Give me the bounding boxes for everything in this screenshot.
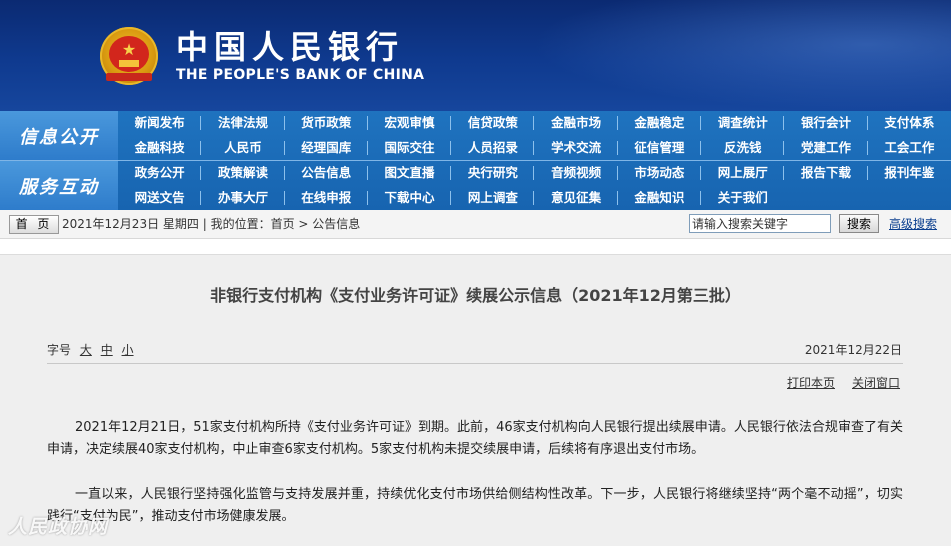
nav-item-credit-reference[interactable]: 征信管理 <box>618 136 702 160</box>
nav-item-download-center[interactable]: 下载中心 <box>368 186 452 210</box>
breadcrumb-separator: | <box>202 217 211 231</box>
national-emblem-icon[interactable]: ★ <box>100 27 158 85</box>
nav-item-service-hall[interactable]: 办事大厅 <box>201 186 285 210</box>
article-paragraph-1: 2021年12月21日，51家支付机构所持《支付业务许可证》到期。此前，46家支… <box>47 420 903 457</box>
search-button[interactable]: 搜索 <box>839 214 879 233</box>
article-title: 非银行支付机构《支付业务许可证》续展公示信息（2021年12月第三批） <box>210 286 741 305</box>
nav-item-about-us[interactable]: 关于我们 <box>701 186 784 210</box>
nav-item-academic[interactable]: 学术交流 <box>534 136 619 160</box>
nav-item-documents[interactable]: 网送文告 <box>118 186 202 210</box>
nav-item-union-work[interactable]: 工会工作 <box>868 136 951 160</box>
nav-item-financial-knowledge[interactable]: 金融知识 <box>618 186 702 210</box>
nav-item-macroprudential[interactable]: 宏观审慎 <box>368 111 452 135</box>
home-button[interactable]: 首 页 <box>9 215 59 234</box>
article-paragraph-2: 一直以来，人民银行坚持强化监管与支持发展并重，持续优化支付市场供给侧结构性改革。… <box>47 487 903 524</box>
nav-item-international[interactable]: 国际交往 <box>368 136 452 160</box>
nav-item-fintech[interactable]: 金融科技 <box>118 136 202 160</box>
breadcrumb: 2021年12月23日 星期四 | 我的位置：首页 > 公告信息 <box>62 216 360 232</box>
current-date: 2021年12月23日 星期四 <box>62 217 199 231</box>
nav-item-report-download[interactable]: 报告下载 <box>784 161 868 185</box>
breadcrumb-location[interactable]: 我的位置：首页 > 公告信息 <box>211 217 361 231</box>
font-size-label: 字号 <box>47 343 72 357</box>
font-large-button[interactable]: 大 <box>80 343 92 357</box>
nav-row-2: 金融科技 人民币 经理国库 国际交往 人员招录 学术交流 征信管理 反洗钱 党建… <box>118 136 951 160</box>
emblem-star-icon: ★ <box>121 40 137 59</box>
article-date: 2021年12月22日 <box>804 343 902 357</box>
nav-item-rmb[interactable]: 人民币 <box>201 136 285 160</box>
nav-item-online-exhibition[interactable]: 网上展厅 <box>701 161 785 185</box>
nav-section-service-interaction: 服务互动 <box>0 161 118 210</box>
nav-item-market-updates[interactable]: 市场动态 <box>618 161 702 185</box>
nav-item-opinion-collection[interactable]: 意见征集 <box>534 186 619 210</box>
nav-item-payment-system[interactable]: 支付体系 <box>868 111 951 135</box>
header-glow <box>531 0 951 111</box>
print-page-link[interactable]: 打印本页 <box>787 376 835 390</box>
emblem-gate <box>119 60 139 67</box>
nav-item-policy-interpretation[interactable]: 政策解读 <box>201 161 285 185</box>
breadcrumb-bar: 首 页 2021年12月23日 星期四 | 我的位置：首页 > 公告信息 搜索 … <box>0 210 951 239</box>
nav-item-statistics[interactable]: 调查统计 <box>701 111 785 135</box>
nav-item-bank-accounting[interactable]: 银行会计 <box>784 111 868 135</box>
nav-item-recruitment[interactable]: 人员招录 <box>451 136 535 160</box>
nav-section-info-disclosure: 信息公开 <box>0 111 118 160</box>
nav-item-government-affairs[interactable]: 政务公开 <box>118 161 202 185</box>
search-input[interactable] <box>689 214 831 233</box>
nav-item-monetary-policy[interactable]: 货币政策 <box>285 111 369 135</box>
nav-item-audio-video[interactable]: 音频视频 <box>534 161 619 185</box>
font-medium-button[interactable]: 中 <box>101 343 113 357</box>
nav-item-party-building[interactable]: 党建工作 <box>784 136 868 160</box>
font-small-button[interactable]: 小 <box>122 343 134 357</box>
main-nav: 信息公开 服务互动 新闻发布 法律法规 货币政策 宏观审慎 信贷政策 金融市场 … <box>0 111 951 210</box>
nav-item-online-survey[interactable]: 网上调查 <box>451 186 535 210</box>
watermark-logo: 人民政协网 <box>8 516 109 538</box>
nav-item-financial-stability[interactable]: 金融稳定 <box>618 111 702 135</box>
nav-item-treasury[interactable]: 经理国库 <box>285 136 369 160</box>
nav-item-news[interactable]: 新闻发布 <box>118 111 202 135</box>
emblem-ribbon <box>106 73 152 81</box>
close-window-link[interactable]: 关闭窗口 <box>852 376 900 390</box>
nav-row-1: 新闻发布 法律法规 货币政策 宏观审慎 信贷政策 金融市场 金融稳定 调查统计 … <box>118 111 951 135</box>
nav-row-3: 政务公开 政策解读 公告信息 图文直播 央行研究 音频视频 市场动态 网上展厅 … <box>118 161 951 185</box>
site-title-en[interactable]: THE PEOPLE'S BANK OF CHINA <box>176 67 424 83</box>
nav-row-4: 网送文告 办事大厅 在线申报 下载中心 网上调查 意见征集 金融知识 关于我们 <box>118 186 951 210</box>
advanced-search-link[interactable]: 高级搜索 <box>889 216 937 232</box>
nav-item-yearbooks[interactable]: 报刊年鉴 <box>868 161 951 185</box>
nav-item-credit-policy[interactable]: 信贷政策 <box>451 111 535 135</box>
nav-item-research[interactable]: 央行研究 <box>451 161 535 185</box>
nav-item-online-filing[interactable]: 在线申报 <box>285 186 369 210</box>
nav-item-financial-market[interactable]: 金融市场 <box>534 111 619 135</box>
article-container: 非银行支付机构《支付业务许可证》续展公示信息（2021年12月第三批） 字号 大… <box>0 254 951 546</box>
nav-item-announcements[interactable]: 公告信息 <box>285 161 369 185</box>
font-size-control: 字号 大 中 小 <box>47 343 134 357</box>
nav-item-anti-money-laundering[interactable]: 反洗钱 <box>701 136 785 160</box>
meta-divider <box>47 363 903 364</box>
site-header: ★ 中国人民银行 THE PEOPLE'S BANK OF CHINA <box>0 0 951 111</box>
nav-item-live-broadcast[interactable]: 图文直播 <box>368 161 452 185</box>
site-title-cn[interactable]: 中国人民银行 <box>176 30 404 64</box>
nav-item-laws[interactable]: 法律法规 <box>201 111 285 135</box>
emblem-center: ★ <box>109 36 149 72</box>
